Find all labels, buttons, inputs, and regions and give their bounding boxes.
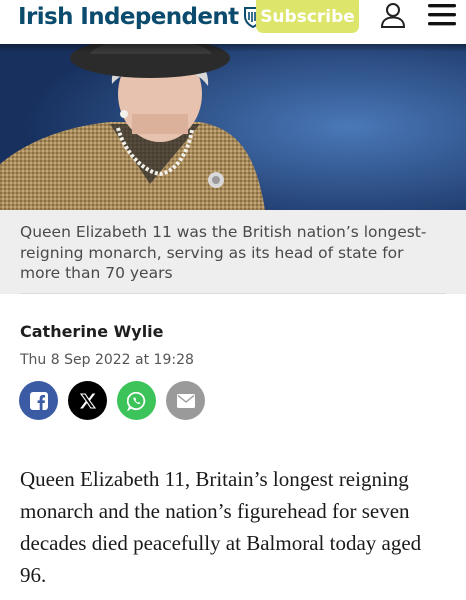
envelope-icon xyxy=(176,393,195,408)
site-logo[interactable]: Irish Independent xyxy=(18,4,263,30)
article-lead-paragraph: Queen Elizabeth 11, Britain’s longest re… xyxy=(20,467,422,587)
portrait-illustration xyxy=(0,44,466,210)
whatsapp-icon xyxy=(126,391,145,411)
hero-image xyxy=(0,44,466,210)
divider xyxy=(20,293,446,294)
x-icon xyxy=(79,392,96,409)
subscribe-button[interactable]: Subscribe xyxy=(256,0,359,33)
header-shadow xyxy=(0,44,466,52)
hamburger-menu-icon[interactable] xyxy=(428,4,456,26)
facebook-icon xyxy=(29,391,48,410)
user-icon[interactable] xyxy=(380,2,406,28)
site-header: Irish Independent Subscribe xyxy=(0,0,466,44)
author-name[interactable]: Catherine Wylie xyxy=(20,322,164,341)
email-share-button[interactable] xyxy=(166,381,205,420)
facebook-share-button[interactable] xyxy=(19,381,58,420)
publish-date: Thu 8 Sep 2022 at 19:28 xyxy=(20,352,194,368)
x-share-button[interactable] xyxy=(68,381,107,420)
whatsapp-share-button[interactable] xyxy=(117,381,156,420)
logo-text: Irish Independent xyxy=(18,4,239,30)
image-caption: Queen Elizabeth 11 was the British natio… xyxy=(20,223,427,282)
